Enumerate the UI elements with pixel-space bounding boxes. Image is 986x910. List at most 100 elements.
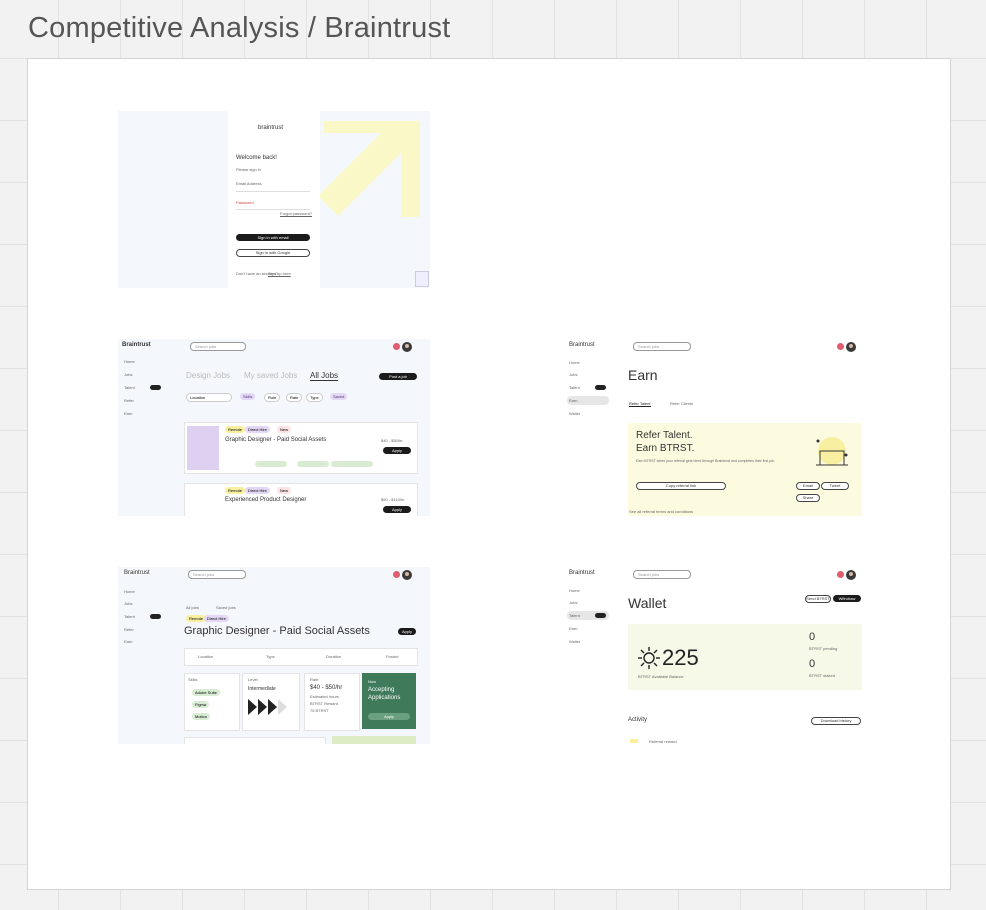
forgot-link[interactable]: Forgot password? [280, 211, 312, 216]
nav-item-home[interactable]: Home [124, 359, 135, 364]
download-history-button[interactable]: Download history [811, 717, 861, 725]
sign-in-button[interactable]: Sign in with email [236, 234, 310, 241]
balance-label: BTRST Available Balance [638, 674, 684, 679]
share-button[interactable]: Share [796, 494, 820, 502]
nav-item-jobs[interactable]: Jobs [124, 601, 132, 606]
tab-saved-jobs[interactable]: My saved Jobs [244, 371, 297, 380]
breadcrumb-saved-jobs[interactable]: Saved jobs [216, 605, 236, 610]
job-detail-screenshot[interactable]: Braintrust Search jobs Home Jobs Talent … [118, 567, 430, 744]
earn-screenshot[interactable]: Braintrust Search jobs Home Jobs Talent … [565, 339, 863, 516]
job-rate: $90 - $110/hr [381, 497, 405, 502]
filter-rate[interactable]: Rate [286, 393, 303, 402]
notification-icon[interactable] [393, 571, 400, 578]
filter-role[interactable]: Role [264, 393, 281, 402]
level-label: Level [248, 677, 258, 682]
password-field[interactable] [236, 209, 310, 210]
skill-tag: Motion [192, 713, 211, 720]
avatar[interactable] [846, 570, 856, 580]
nav-item-jobs[interactable]: Jobs [569, 600, 577, 605]
apply-button[interactable]: Apply [383, 447, 411, 454]
job-card[interactable]: Remote Direct Hire New Experienced Produ… [184, 483, 418, 516]
filter-skills[interactable]: Skills [240, 393, 256, 400]
job-tag: Direct Hire [204, 615, 229, 622]
bottom-card-green [332, 736, 416, 744]
banner-subtitle: Earn BTRST. [636, 443, 695, 454]
avatar[interactable] [846, 342, 856, 352]
level-arrows-icon [248, 699, 287, 715]
stat-posted: Posted [386, 654, 399, 659]
tab-all-jobs[interactable]: All Jobs [310, 371, 339, 381]
job-tag: Remote [225, 487, 246, 494]
withdraw-button[interactable]: Withdraw [833, 595, 861, 602]
nav-item-refer[interactable]: Refer [124, 398, 134, 403]
banner-description: Earn BTRST when your referral gets hired… [636, 459, 775, 463]
pending-value: 0 [809, 631, 816, 643]
nav-item-refer[interactable]: Refer [124, 627, 134, 632]
nav-item-earn[interactable]: Earn [569, 398, 577, 403]
filter-saved[interactable]: Saved [330, 393, 348, 400]
staked-label: BTRST staked [809, 673, 835, 678]
apply-button[interactable]: Apply [383, 506, 411, 513]
promo-apply-button[interactable]: Apply [368, 713, 410, 720]
nav-badge [150, 614, 161, 619]
notification-icon[interactable] [837, 343, 844, 350]
nav-item-earn[interactable]: Earn [569, 626, 577, 631]
tab-refer-talent[interactable]: Refer Talent [629, 401, 651, 407]
job-tag: New [277, 487, 292, 494]
email-field[interactable] [236, 191, 310, 192]
login-screenshot[interactable]: braintrust Welcome back! Please sign in … [118, 111, 430, 288]
earn-search-input[interactable]: Search jobs [633, 342, 691, 351]
breadcrumb-all-jobs[interactable]: All jobs [186, 605, 199, 610]
rate-label: Rate [310, 677, 319, 682]
tab-refer-clients[interactable]: Refer Clients [670, 401, 693, 406]
apply-button[interactable]: Apply [398, 628, 416, 635]
wallet-search-input[interactable]: Search jobs [633, 570, 691, 579]
filter-location[interactable]: Location [186, 393, 232, 402]
nav-item-home[interactable]: Home [124, 589, 135, 594]
nav-item-jobs[interactable]: Jobs [569, 372, 577, 377]
post-job-button[interactable]: Post a job [379, 373, 417, 380]
nav-item-wallet[interactable]: Wallet [569, 411, 580, 416]
google-sign-in-button[interactable]: Sign in with Google [236, 249, 310, 257]
skill-tag: Figma [192, 701, 210, 708]
referral-link-field[interactable]: Copy referral link [636, 482, 726, 490]
job-title[interactable]: Graphic Designer - Paid Social Assets [225, 437, 326, 443]
nav-item-earn[interactable]: Earn [124, 639, 132, 644]
rate-subtext: Estimated hours [310, 694, 339, 699]
activity-row[interactable]: Referral reward [649, 739, 677, 744]
nav-item-home[interactable]: Home [569, 360, 580, 365]
signup-link[interactable]: Sign up here [268, 271, 291, 276]
banner-title: Refer Talent. [636, 430, 693, 441]
wallet-screenshot[interactable]: Braintrust Search jobs Home Jobs Talent … [565, 567, 863, 744]
send-button[interactable]: Send BTRST [805, 595, 831, 603]
password-label: Password [236, 200, 254, 205]
jobs-search-input[interactable]: Search jobs [190, 342, 246, 351]
jobs-screenshot[interactable]: Braintrust Search jobs Home Jobs Talent … [118, 339, 430, 516]
avatar[interactable] [402, 342, 412, 352]
nav-item-talent[interactable]: Talent [124, 614, 135, 619]
job-title[interactable]: Experienced Product Designer [225, 497, 306, 503]
nav-item-jobs[interactable]: Jobs [124, 372, 132, 377]
avatar[interactable] [402, 570, 412, 580]
stat-duration: Duration [326, 654, 342, 659]
tweet-share-button[interactable]: Tweet [821, 482, 849, 490]
nav-badge [595, 385, 606, 390]
tab-design-jobs[interactable]: Design Jobs [186, 371, 230, 380]
notification-icon[interactable] [393, 343, 400, 350]
nav-item-home[interactable]: Home [569, 588, 580, 593]
nav-item-earn[interactable]: Earn [124, 411, 132, 416]
nav-item-talent[interactable]: Talent [124, 385, 135, 390]
bottom-card [184, 737, 326, 744]
nav-item-wallet[interactable]: Wallet [569, 639, 580, 644]
detail-search-input[interactable]: Search jobs [188, 570, 246, 579]
terms-link[interactable]: See all referral terms and conditions [629, 509, 693, 514]
nav-item-talent[interactable]: Talent [569, 613, 580, 618]
page-title: Earn [628, 367, 658, 383]
email-label: Email Address [236, 181, 262, 186]
skill-tag: Adobe Suite [192, 689, 220, 696]
nav-item-talent[interactable]: Talent [569, 385, 580, 390]
email-share-button[interactable]: Email [796, 482, 820, 490]
notification-icon[interactable] [837, 571, 844, 578]
job-card[interactable]: Remote Direct Hire New Graphic Designer … [184, 422, 418, 474]
filter-type[interactable]: Type [306, 393, 323, 402]
